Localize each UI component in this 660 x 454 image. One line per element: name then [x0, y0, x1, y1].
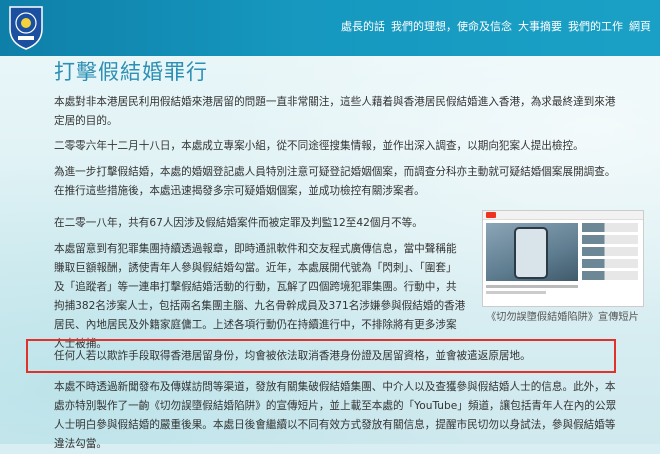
paragraph-5: 本處留意到有犯罪集團持續透過報章，即時通訊軟件和交友程式廣傳信息，當中聲稱能賺取… — [54, 243, 466, 350]
paragraph-6: 任何人若以欺詐手段取得香港居留身份，均會被依法取消香港身份證及居留資格，並會被遣… — [54, 350, 531, 362]
video-title-line — [486, 285, 578, 288]
youtube-bar — [483, 211, 643, 220]
youtube-logo-icon — [486, 212, 496, 218]
nav-highlights[interactable]: 大事摘要 — [515, 18, 565, 34]
related-video-item[interactable] — [582, 247, 638, 256]
page-title: 打擊假結婚罪行 — [54, 60, 208, 84]
video-thumbnail[interactable] — [482, 210, 644, 307]
paragraph-2: 二零零六年十二月十八日，本處成立專案小組，從不同途徑搜集情報，並作出深入調查，以… — [54, 140, 584, 152]
nav-our-work[interactable]: 我們的工作 — [565, 18, 626, 34]
related-video-item[interactable] — [582, 271, 638, 280]
paragraph-1: 本處對非本港居民利用假結婚來港居留的問題一直非常關注，這些人藉着與香港居民假結婚… — [54, 96, 616, 127]
video-meta-line — [486, 291, 546, 294]
related-video-item[interactable] — [582, 259, 638, 268]
nav-vision-mission[interactable]: 我們的理想，使命及信念 — [388, 18, 515, 34]
paragraph-3: 為進一步打擊假結婚，本處的婚姻登記處人員特別注意可疑登記婚姻個案，而調查分科亦主… — [54, 166, 616, 197]
paragraph-7: 本處不時透過新聞發布及傳媒訪問等渠道，發放有關集破假結婚集團、中介人以及查獲參與… — [54, 381, 617, 450]
related-video-item[interactable] — [582, 235, 638, 244]
immigration-department-crest-icon[interactable] — [6, 3, 46, 51]
related-video-item[interactable] — [582, 223, 638, 232]
video-player[interactable] — [486, 223, 578, 281]
header-bar: 處長的話 我們的理想，使命及信念 大事摘要 我們的工作 網頁 — [0, 0, 660, 56]
related-videos — [582, 223, 638, 283]
main-nav: 處長的話 我們的理想，使命及信念 大事摘要 我們的工作 網頁 — [338, 18, 654, 34]
video-caption: 《切勿誤墮假結婚陷阱》宣傳短片 — [486, 312, 639, 323]
nav-web[interactable]: 網頁 — [626, 18, 654, 34]
paragraph-4: 在二零一八年，共有67人因涉及假結婚案件而被定罪及判監12至42個月不等。 — [54, 217, 423, 229]
nav-directors-message[interactable]: 處長的話 — [338, 18, 388, 34]
phone-image — [516, 229, 546, 277]
